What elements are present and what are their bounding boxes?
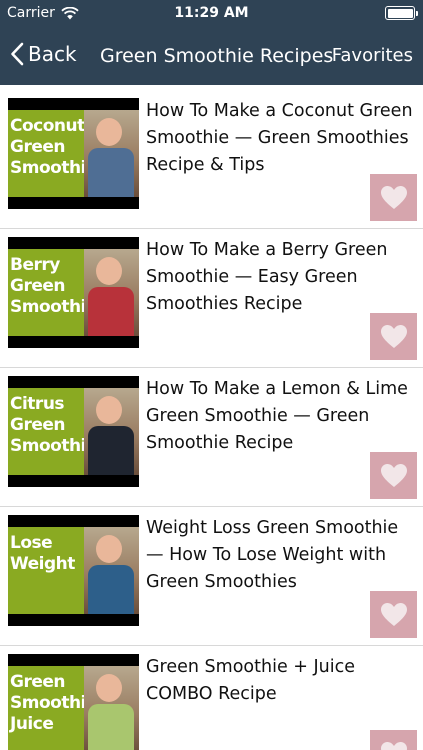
person-head [96, 674, 122, 702]
list-item[interactable]: Lose Weight Weight Loss Green Smoothie — H… [0, 507, 423, 646]
thumbnail-caption-line: Citrus [10, 394, 65, 414]
recipe-title: How To Make a Lemon & Lime Green Smoothi… [146, 379, 408, 453]
person-body [88, 426, 134, 475]
person-head [96, 257, 122, 285]
person-head [96, 118, 122, 146]
person-head [96, 535, 122, 563]
add-favorite-button[interactable] [370, 452, 417, 499]
person-body [88, 148, 134, 197]
thumbnail-caption-line: Juice [10, 714, 54, 734]
thumbnail-caption-line: Smoothie [10, 436, 97, 456]
back-label: Back [28, 42, 77, 66]
thumbnail-photo [84, 249, 139, 336]
heart-icon [380, 602, 407, 626]
recipe-title: Green Smoothie + Juice COMBO Recipe [146, 657, 356, 704]
thumbnail-caption-line: Berry [10, 255, 60, 275]
status-time: 11:29 AM [174, 5, 249, 21]
heart-icon [380, 463, 407, 487]
add-favorite-button[interactable] [370, 313, 417, 360]
heart-icon [380, 185, 407, 209]
thumbnail-photo [84, 666, 139, 750]
recipe-title: How To Make a Berry Green Smoothie — Eas… [146, 240, 388, 314]
thumbnail-caption-line: Coconut [10, 116, 85, 136]
video-thumbnail: Lose Weight [8, 515, 139, 626]
person-body [88, 704, 134, 750]
back-button[interactable]: Back [10, 42, 77, 66]
video-thumbnail: Green Smoothie Juice [8, 654, 139, 750]
person-body [88, 565, 134, 614]
video-thumbnail: Coconut Green Smoothie [8, 98, 139, 209]
thumbnail-caption-line: Smoothie [10, 297, 97, 317]
thumbnail-caption-line: Green [10, 672, 66, 692]
video-thumbnail: Berry Green Smoothie [8, 237, 139, 348]
thumbnail-caption-line: Weight [10, 554, 75, 574]
thumbnail-caption-line: Smoothie [10, 693, 97, 713]
list-item[interactable]: Coconut Green Smoothie How To Make a Coconu… [0, 90, 423, 229]
recipe-title: Weight Loss Green Smoothie — How To Lose… [146, 518, 399, 592]
person-head [96, 396, 122, 424]
heart-icon [380, 741, 407, 750]
thumbnail-caption-line: Lose [10, 533, 53, 553]
thumbnail-caption: Lose Weight [8, 527, 84, 614]
page-title: Green Smoothie Recipes [100, 45, 334, 67]
thumbnail-caption-line: Green [10, 415, 66, 435]
status-bar: Carrier 11:29 AM [0, 0, 423, 28]
thumbnail-caption: Berry Green Smoothie [8, 249, 97, 336]
heart-icon [380, 324, 407, 348]
thumbnail-photo [84, 527, 139, 614]
person-body [88, 287, 134, 336]
add-favorite-button[interactable] [370, 591, 417, 638]
thumbnail-caption: Coconut Green Smoothie [8, 110, 97, 197]
list-item[interactable]: Berry Green Smoothie How To Make a Berry Gr… [0, 229, 423, 368]
thumbnail-photo [84, 110, 139, 197]
thumbnail-caption-line: Smoothie [10, 158, 97, 178]
thumbnail-caption: Green Smoothie Juice [8, 666, 97, 750]
list-item[interactable]: Citrus Green Smoothie How To Make a Lemon &… [0, 368, 423, 507]
chevron-left-icon [11, 42, 24, 66]
list-item[interactable]: Green Smoothie Juice Green Smoothie + Juice… [0, 646, 423, 750]
battery-icon [385, 6, 418, 20]
add-favorite-button[interactable] [370, 174, 417, 221]
thumbnail-caption: Citrus Green Smoothie [8, 388, 97, 475]
video-thumbnail: Citrus Green Smoothie [8, 376, 139, 487]
thumbnail-photo [84, 388, 139, 475]
thumbnail-caption-line: Green [10, 276, 66, 296]
navigation-bar: Back Green Smoothie Recipes Favorites [0, 28, 423, 85]
recipe-list: Coconut Green Smoothie How To Make a Coconu… [0, 85, 423, 750]
recipe-title: How To Make a Coconut Green Smoothie — G… [146, 101, 413, 175]
favorites-button[interactable]: Favorites [332, 45, 413, 66]
add-favorite-button[interactable] [370, 730, 417, 750]
top-bar: Carrier 11:29 AM Back Green Smoothie Rec… [0, 0, 423, 85]
thumbnail-caption-line: Green [10, 137, 66, 157]
